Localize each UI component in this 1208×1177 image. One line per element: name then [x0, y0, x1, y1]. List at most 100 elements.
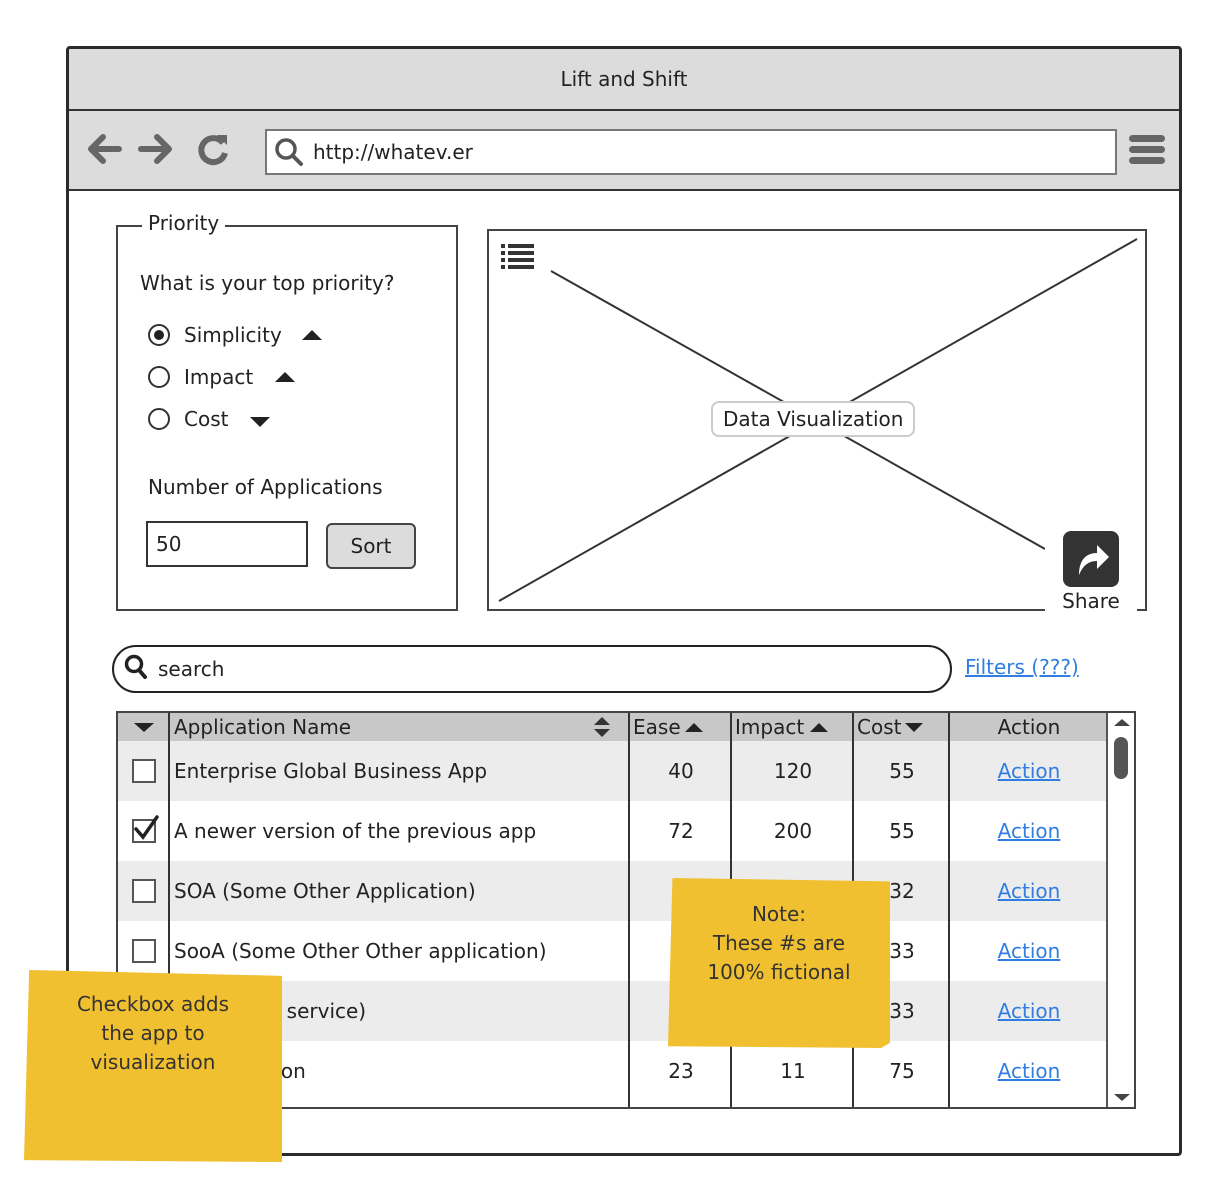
- list-icon[interactable]: [501, 243, 537, 273]
- impact-value: 120: [773, 759, 813, 783]
- url-bar[interactable]: [265, 129, 1117, 175]
- select-all-dropdown[interactable]: [118, 713, 170, 741]
- impact-value: 200: [773, 819, 813, 843]
- cost-value: 75: [889, 1059, 915, 1083]
- app-name: SOA (Some Other Application): [174, 879, 476, 903]
- priority-legend: Priority: [142, 211, 226, 235]
- column-divider: [948, 713, 950, 1107]
- action-cell: Action: [950, 741, 1108, 801]
- header-label: Cost: [857, 715, 902, 739]
- header-impact[interactable]: Impact: [732, 713, 854, 741]
- row-checkbox-cell: [118, 801, 170, 861]
- radio-impact[interactable]: Impact: [148, 365, 296, 389]
- sticky-note-fictional: Note: These #s are 100% fictional: [668, 878, 890, 1048]
- sort-down-icon: [250, 417, 271, 427]
- note-line: Checkbox adds: [76, 992, 230, 1016]
- action-link[interactable]: Action: [998, 759, 1061, 783]
- note-line: 100% fictional: [707, 960, 851, 984]
- table-row: A newer version of the previous app 72 200…: [118, 801, 1108, 861]
- chevron-down-icon: [134, 722, 154, 732]
- hamburger-menu-icon[interactable]: [1129, 135, 1165, 171]
- radio-button[interactable]: [148, 366, 170, 388]
- note-line: the app to: [101, 1021, 205, 1045]
- share-label: Share: [1062, 589, 1120, 613]
- radio-button[interactable]: [148, 408, 170, 430]
- search-bar[interactable]: [112, 645, 952, 693]
- table-row: Enterprise Global Business App 40 120 55 Act…: [118, 741, 1108, 801]
- action-cell: Action: [950, 861, 1108, 921]
- action-link[interactable]: Action: [998, 879, 1061, 903]
- radio-simplicity[interactable]: Simplicity: [148, 323, 322, 347]
- radio-label: Impact: [184, 365, 254, 389]
- radio-label: Cost: [184, 407, 229, 431]
- header-action: Action: [997, 715, 1061, 739]
- search-input[interactable]: [156, 656, 950, 682]
- action-link[interactable]: Action: [998, 819, 1061, 843]
- window-title: Lift and Shift: [69, 49, 1179, 111]
- num-apps-input[interactable]: [146, 521, 308, 567]
- row-checkbox-cell: [118, 861, 170, 921]
- row-checkbox[interactable]: [132, 879, 156, 903]
- radio-label: Simplicity: [184, 323, 282, 347]
- table-scrollbar[interactable]: [1106, 713, 1134, 1107]
- back-arrow-icon[interactable]: [85, 129, 125, 169]
- row-checkbox[interactable]: [132, 759, 156, 783]
- row-checkbox[interactable]: [132, 815, 159, 843]
- app-name: Enterprise Global Business App: [174, 759, 488, 783]
- sort-button[interactable]: Sort: [326, 523, 416, 569]
- action-link[interactable]: Action: [998, 999, 1061, 1023]
- radio-cost[interactable]: Cost: [148, 407, 271, 431]
- note-line: Note:: [751, 902, 807, 926]
- app-name: A newer version of the previous app: [174, 819, 537, 843]
- browser-navbar: [69, 111, 1179, 191]
- cost-value: 55: [889, 819, 915, 843]
- header-application-name[interactable]: Application Name: [170, 713, 630, 741]
- sort-up-icon: [684, 722, 703, 732]
- action-cell: Action: [950, 1041, 1108, 1101]
- share-button[interactable]: Share: [1045, 527, 1137, 617]
- header-cost[interactable]: Cost: [854, 713, 950, 741]
- url-input[interactable]: [311, 139, 1115, 165]
- cost-value: 55: [889, 759, 915, 783]
- impact-value: 11: [780, 1059, 806, 1083]
- ease-value: 72: [668, 819, 694, 843]
- radio-button[interactable]: [148, 324, 170, 346]
- table-row: SOA (Some Other Application)332Action: [118, 861, 1108, 921]
- header-label: Application Name: [174, 715, 352, 739]
- header-label: Impact: [735, 715, 805, 739]
- scroll-thumb[interactable]: [1114, 737, 1128, 779]
- table-row: SooA (Some Other Other application)233Ac…: [118, 921, 1108, 981]
- visualization-label: Data Visualization: [711, 401, 916, 437]
- priority-question: What is your top priority?: [140, 271, 395, 295]
- sort-up-icon: [301, 330, 322, 340]
- scroll-up-arrow-icon[interactable]: [1114, 719, 1130, 726]
- column-divider: [628, 713, 630, 1107]
- table-header: Application Name Ease Impact Cost Action: [118, 713, 1108, 741]
- share-icon: [1063, 531, 1119, 587]
- action-cell: Action: [950, 921, 1108, 981]
- header-label: Ease: [633, 715, 681, 739]
- sort-both-icon[interactable]: [592, 715, 612, 744]
- scroll-down-arrow-icon[interactable]: [1114, 1094, 1130, 1101]
- header-ease[interactable]: Ease: [630, 713, 732, 741]
- forward-arrow-icon[interactable]: [135, 129, 175, 169]
- sort-down-icon: [905, 722, 924, 732]
- filters-link[interactable]: Filters (???): [965, 655, 1079, 679]
- data-visualization-panel: Data Visualization Share: [487, 229, 1147, 617]
- note-line: visualization: [90, 1050, 216, 1074]
- note-line: These #s are: [712, 931, 846, 955]
- reload-icon[interactable]: [193, 129, 233, 169]
- action-cell: Action: [950, 981, 1108, 1041]
- num-apps-label: Number of Applications: [148, 475, 383, 499]
- priority-panel: Priority What is your top priority? Simp…: [116, 211, 458, 611]
- ease-value: 40: [668, 759, 694, 783]
- search-icon: [267, 130, 311, 174]
- sticky-note-checkbox: Checkbox adds the app to visualization: [24, 970, 282, 1163]
- action-link[interactable]: Action: [998, 1059, 1061, 1083]
- action-link[interactable]: Action: [998, 939, 1061, 963]
- ease-value: 23: [668, 1059, 694, 1083]
- sort-up-icon: [275, 372, 296, 382]
- row-checkbox[interactable]: [132, 939, 156, 963]
- search-icon: [124, 654, 148, 684]
- sort-up-icon: [810, 722, 829, 732]
